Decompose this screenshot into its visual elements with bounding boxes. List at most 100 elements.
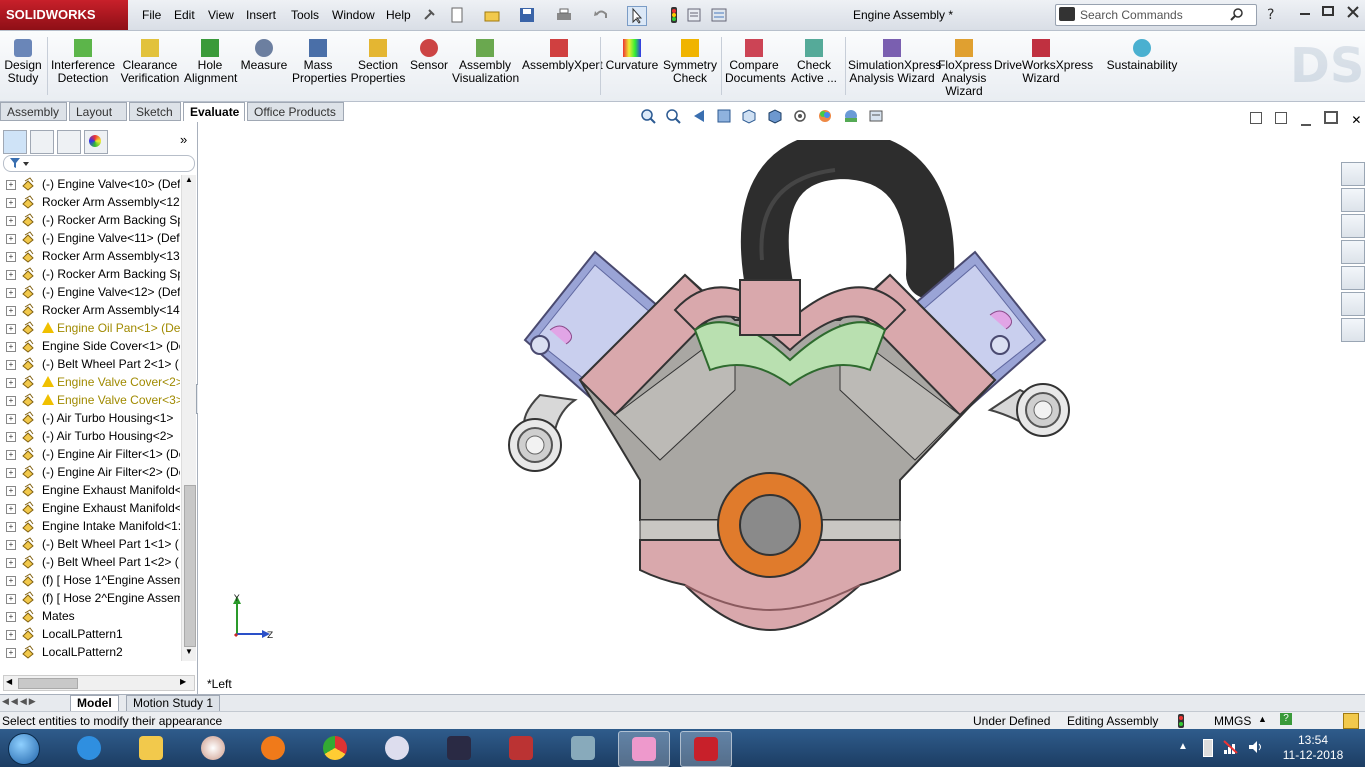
pin-icon[interactable] — [420, 6, 438, 24]
viewport-minimize-icon[interactable] — [1300, 124, 1311, 126]
scroll-right-arrow-icon[interactable]: ▶ — [180, 677, 186, 686]
floxpress-button[interactable]: FloXpress Analysis Wizard — [938, 31, 992, 98]
expand-plus-icon[interactable]: + — [6, 396, 16, 406]
tab-model[interactable]: Model — [70, 695, 119, 712]
open-folder-icon[interactable] — [483, 6, 501, 24]
units-dropdown-icon[interactable]: ▲ — [1258, 714, 1267, 724]
expand-plus-icon[interactable]: + — [6, 414, 16, 424]
tab-sketch[interactable]: Sketch — [129, 102, 181, 121]
units-selector[interactable]: MMGS — [1214, 714, 1251, 728]
tree-item[interactable]: + (-) Belt Wheel Part 1<1> ( — [0, 535, 180, 553]
expand-plus-icon[interactable]: + — [6, 594, 16, 604]
tree-item[interactable]: + (-) Engine Air Filter<1> (De — [0, 445, 180, 463]
tree-item[interactable]: + (-) Air Turbo Housing<1> — [0, 409, 180, 427]
close-icon[interactable] — [1345, 3, 1361, 24]
assembly-visualization-button[interactable]: Assembly Visualization — [452, 31, 519, 85]
tree-item[interactable]: + (f) [ Hose 2^Engine Assem — [0, 589, 180, 607]
apply-scene-icon[interactable] — [843, 108, 859, 124]
view-palette-icon[interactable] — [1341, 266, 1365, 290]
tree-item[interactable]: + (-) Engine Air Filter<2> (De — [0, 463, 180, 481]
expand-plus-icon[interactable]: + — [6, 342, 16, 352]
tree-item[interactable]: + Engine Valve Cover<2> — [0, 373, 180, 391]
racing-game-icon[interactable] — [496, 731, 546, 765]
display-style-icon[interactable] — [767, 108, 783, 124]
design-study-button[interactable]: Design Study — [2, 31, 44, 85]
undo-icon[interactable] — [592, 6, 610, 24]
new-document-icon[interactable] — [448, 6, 466, 24]
tab-scroll-arrows-icon[interactable]: ◀◀◀▶ — [2, 696, 38, 707]
tree-item[interactable]: + Engine Intake Manifold<1: — [0, 517, 180, 535]
media-player-icon[interactable] — [434, 731, 484, 765]
previous-view-icon[interactable] — [691, 108, 707, 124]
tab-assembly[interactable]: Assembly — [0, 102, 67, 121]
file-explorer-icon[interactable] — [1341, 240, 1365, 264]
tree-horizontal-scrollbar[interactable]: ◀ ▶ — [3, 675, 195, 691]
tree-item[interactable]: + Engine Valve Cover<3> — [0, 391, 180, 409]
displaymanager-icon[interactable] — [84, 130, 108, 154]
tree-item[interactable]: + (-) Belt Wheel Part 2<1> ( — [0, 355, 180, 373]
keyboard-icon[interactable] — [558, 731, 608, 765]
menu-file[interactable]: File — [142, 8, 161, 22]
scroll-left-arrow-icon[interactable]: ◀ — [6, 677, 12, 686]
print-icon[interactable] — [555, 6, 573, 24]
sustainability-button[interactable]: Sustainability — [1106, 31, 1178, 72]
solidworks-taskbar-icon[interactable] — [680, 731, 732, 767]
hide-show-items-icon[interactable] — [792, 108, 808, 124]
start-button[interactable] — [4, 731, 42, 765]
system-clock[interactable]: 13:54 11-12-2018 — [1278, 733, 1348, 763]
minimize-icon[interactable] — [1300, 13, 1310, 15]
menu-insert[interactable]: Insert — [246, 8, 276, 22]
compare-documents-button[interactable]: Compare Documents — [725, 31, 786, 85]
expand-plus-icon[interactable]: + — [6, 486, 16, 496]
tile-vertical-icon[interactable] — [1275, 112, 1288, 124]
edit-appearance-icon[interactable] — [817, 108, 833, 124]
intake-hose[interactable] — [740, 140, 955, 314]
viewport-close-icon[interactable]: ✕ — [1351, 113, 1361, 127]
paint-icon[interactable] — [188, 731, 238, 765]
select-arrow-icon[interactable] — [627, 6, 647, 26]
menu-tools[interactable]: Tools — [291, 8, 319, 22]
save-icon[interactable] — [518, 6, 536, 24]
interference-detection-button[interactable]: Interference Detection — [50, 31, 116, 85]
expand-plus-icon[interactable]: + — [6, 612, 16, 622]
expand-plus-icon[interactable]: + — [6, 576, 16, 586]
curvature-button[interactable]: Curvature — [604, 31, 660, 72]
scroll-up-arrow-icon[interactable]: ▲ — [183, 175, 195, 187]
volume-icon[interactable] — [1247, 739, 1265, 758]
tree-item[interactable]: + (-) Engine Valve<12> (Defa — [0, 283, 180, 301]
zoom-to-fit-icon[interactable] — [640, 108, 656, 124]
tree-hscroll-thumb[interactable] — [18, 678, 78, 689]
home-icon[interactable] — [1341, 188, 1365, 212]
expand-plus-icon[interactable]: + — [6, 324, 16, 334]
uc-browser-icon[interactable] — [248, 731, 298, 765]
tree-vertical-scrollbar[interactable]: ▲ ▼ — [181, 175, 196, 661]
featuremanager-tree-icon[interactable] — [3, 130, 27, 154]
belt-wheel[interactable] — [717, 472, 823, 578]
show-hidden-icons-arrow[interactable]: ▲ — [1178, 741, 1188, 752]
tree-item[interactable]: + (-) Engine Valve<11> (Defa — [0, 229, 180, 247]
section-properties-button[interactable]: Section Properties — [349, 31, 407, 85]
snipping-tool-icon[interactable] — [618, 731, 670, 767]
menu-view[interactable]: View — [208, 8, 234, 22]
turbo-housing-left[interactable] — [508, 393, 578, 472]
battery-icon[interactable] — [1203, 739, 1213, 757]
expand-plus-icon[interactable]: + — [6, 288, 16, 298]
expand-plus-icon[interactable]: + — [6, 252, 16, 262]
tree-item[interactable]: + (-) Air Turbo Housing<2> — [0, 427, 180, 445]
sensor-button[interactable]: Sensor — [410, 31, 448, 72]
tree-item[interactable]: + LocalLPattern1 — [0, 625, 180, 643]
tree-item[interactable]: + (-) Engine Valve<10> (Defa — [0, 175, 180, 193]
tree-item[interactable]: + (-) Rocker Arm Backing Sp — [0, 211, 180, 229]
tab-office-products[interactable]: Office Products — [247, 102, 344, 121]
zoom-to-area-icon[interactable] — [665, 108, 682, 124]
tab-evaluate[interactable]: Evaluate — [183, 102, 245, 121]
tree-scroll-thumb[interactable] — [184, 485, 196, 647]
menu-help[interactable]: Help — [386, 8, 411, 22]
solidworks-resources-icon[interactable] — [1341, 162, 1365, 186]
chrome-icon[interactable] — [310, 731, 360, 765]
tab-motion-study-1[interactable]: Motion Study 1 — [126, 695, 221, 712]
symmetry-check-button[interactable]: Symmetry Check — [663, 31, 717, 85]
tree-item[interactable]: + Rocker Arm Assembly<14: — [0, 301, 180, 319]
expand-plus-icon[interactable]: + — [6, 306, 16, 316]
engine-assembly-model[interactable] — [480, 140, 1090, 640]
